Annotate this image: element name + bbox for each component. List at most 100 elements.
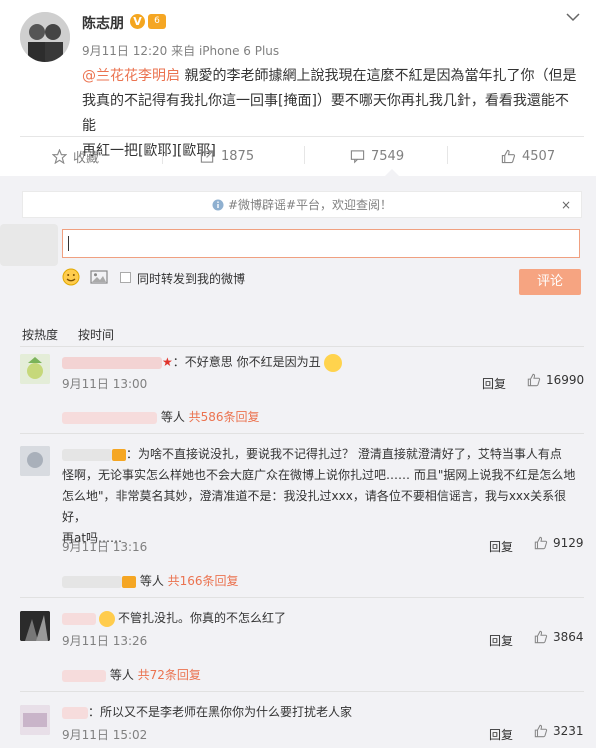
commenter-name-blurred[interactable]	[62, 706, 88, 719]
close-icon[interactable]: ×	[561, 198, 571, 212]
star-icon: ★	[162, 355, 173, 369]
rumor-notice-text: #微博辟谣#平台，欢迎查阅！	[227, 198, 393, 212]
comment-like-count: 16990	[546, 373, 585, 387]
comment-like-button[interactable]: 3231	[534, 724, 584, 738]
divider	[20, 433, 584, 434]
author-avatar[interactable]	[20, 12, 70, 62]
divider	[20, 597, 584, 598]
repost-checkbox-label: 同时转发到我的微博	[137, 272, 246, 286]
comment-like-button[interactable]: 9129	[534, 536, 584, 550]
reply-button[interactable]: 回复	[489, 538, 513, 555]
comment-body: 不管扎没扎。你真的不怎么红了	[118, 611, 287, 625]
comment-input[interactable]	[62, 229, 580, 258]
vip-crown-icon	[112, 448, 126, 461]
divider	[162, 146, 163, 164]
sweat-emoji-icon	[99, 610, 115, 627]
sub-replies[interactable]: 等人 共586条回复	[62, 408, 260, 425]
divider	[447, 146, 448, 164]
verified-badge-icon: V	[130, 14, 145, 29]
divider	[20, 346, 584, 347]
image-icon[interactable]	[90, 270, 108, 284]
replier-names-blurred	[62, 669, 106, 682]
comment-icon	[350, 149, 365, 163]
repost-checkbox[interactable]	[120, 272, 131, 283]
comment-time: 9月11日 13:16	[62, 540, 148, 554]
comment-body: 怎么地"，非常莫名其妙，澄清准道不是：我没扎过xxx，请各位不要相信谣言，我与x…	[62, 489, 567, 524]
comment-time: 9月11日 15:02	[62, 728, 148, 742]
comment-like-button[interactable]: 16990	[527, 373, 584, 387]
commenter-avatar[interactable]	[20, 611, 50, 641]
comment-body: ：所以又不是李老师在黑你你为什么要打扰老人家	[88, 705, 353, 719]
comment-text: ★：不好意思 你不红是因为丑	[62, 352, 343, 373]
comment-text: ：为啥不直接说没扎，要说我不记得扎过？ 澄清直接就澄清好了，艾特当事人有点 怪啊…	[62, 444, 582, 549]
repost-count: 1875	[221, 148, 255, 164]
comment-button[interactable]: 7549	[350, 146, 404, 166]
sub-replies-people: 等人	[106, 668, 138, 682]
info-icon	[212, 199, 224, 210]
post-body-line: 親愛的李老師據網上說我現在這麼不紅是因為當年扎了你（但是	[180, 68, 577, 84]
post-meta: 9月11日 12:20 来自 iPhone 6 Plus	[82, 42, 279, 59]
comment-body: 怪啊，无论事实怎么样她也不会大庭广众在微博上说你扎过吧…… 而且"据网上说我不红…	[62, 468, 576, 482]
author-name[interactable]: 陈志朋	[82, 13, 124, 33]
vip-crown-icon	[122, 575, 136, 588]
comment-panel-pointer	[384, 169, 400, 177]
replier-names-blurred	[62, 411, 157, 424]
comment-time: 9月11日 13:26	[62, 634, 148, 648]
thumbs-up-icon	[534, 724, 548, 738]
star-icon	[52, 148, 67, 164]
post-source: 来自 iPhone 6 Plus	[171, 44, 280, 58]
replier-names-blurred	[62, 575, 122, 588]
divider	[20, 691, 584, 692]
rumor-notice[interactable]: #微博辟谣#平台，欢迎查阅！ ×	[22, 191, 582, 218]
emoji-icon[interactable]	[62, 268, 80, 286]
sub-replies-people: 等人	[136, 574, 168, 588]
commenter-avatar[interactable]	[20, 446, 50, 476]
favorite-button[interactable]: 收藏	[52, 146, 99, 166]
sub-replies[interactable]: 等人 共166条回复	[62, 572, 239, 589]
sub-replies-count[interactable]: 共166条回复	[168, 574, 239, 588]
divider	[20, 136, 584, 137]
commenter-name-blurred[interactable]	[62, 612, 96, 625]
sub-replies-count[interactable]: 共586条回复	[189, 410, 260, 424]
comment-like-count: 9129	[553, 536, 584, 550]
favorite-label: 收藏	[73, 150, 100, 166]
comment-body: ：不好意思 你不红是因为丑	[172, 355, 321, 369]
reply-button[interactable]: 回复	[489, 632, 513, 649]
thumbs-up-icon	[501, 149, 516, 163]
comment-like-count: 3231	[553, 724, 584, 738]
tab-hot[interactable]: 按热度	[22, 326, 58, 343]
divider	[304, 146, 305, 164]
comment-time: 9月11日 13:00	[62, 377, 148, 391]
comment-like-button[interactable]: 3864	[534, 630, 584, 644]
commenter-name-blurred[interactable]	[62, 356, 162, 369]
tab-time[interactable]: 按时间	[78, 326, 114, 343]
reply-button[interactable]: 回复	[489, 726, 513, 743]
vip-crown-icon: 6	[148, 14, 166, 29]
comment-count: 7549	[371, 148, 405, 164]
comment-like-count: 3864	[553, 630, 584, 644]
thumbs-up-icon	[534, 536, 548, 550]
commenter-avatar[interactable]	[20, 354, 50, 384]
sub-replies[interactable]: 等人 共72条回复	[62, 666, 201, 683]
sub-replies-count[interactable]: 共72条回复	[138, 668, 201, 682]
chevron-down-icon[interactable]	[566, 12, 580, 22]
text-caret	[68, 236, 69, 251]
commenter-avatar[interactable]	[20, 705, 50, 735]
post-timestamp[interactable]: 9月11日 12:20	[82, 44, 167, 58]
like-count: 4507	[522, 148, 556, 164]
submit-comment-button[interactable]: 评论	[519, 269, 581, 295]
thumbs-up-icon	[527, 373, 541, 387]
comment-body: ：为啥不直接说没扎，要说我不记得扎过？ 澄清直接就澄清好了，艾特当事人有点	[126, 447, 562, 461]
post-body-line: 我真的不記得有我扎你這一回事[掩面]）要不哪天你再扎我几針，看看我還能不能	[82, 93, 569, 134]
repost-button[interactable]: 1875	[200, 146, 254, 166]
thumbs-up-icon	[534, 630, 548, 644]
sub-replies-people: 等人	[157, 410, 189, 424]
comment-text: ：所以又不是李老师在黑你你为什么要打扰老人家	[62, 702, 352, 723]
post-body-line: 再紅一把[歐耶][歐耶]	[82, 143, 216, 159]
commenter-name-blurred[interactable]	[62, 448, 112, 461]
like-button[interactable]: 4507	[501, 146, 555, 166]
reply-button[interactable]: 回复	[482, 375, 506, 392]
post-mention-link[interactable]: @兰花花李明启	[82, 68, 180, 84]
cat-emoji-icon	[324, 353, 343, 372]
repost-icon	[200, 149, 214, 163]
